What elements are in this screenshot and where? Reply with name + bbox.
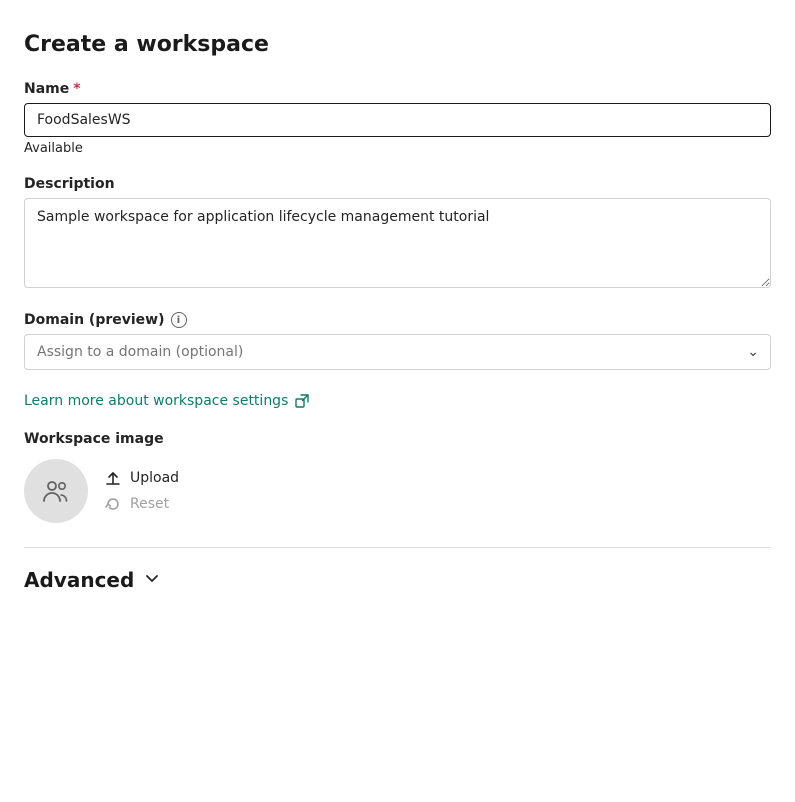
- external-link-icon: [294, 393, 310, 409]
- advanced-title: Advanced: [24, 568, 134, 592]
- domain-select[interactable]: Assign to a domain (optional): [24, 334, 771, 370]
- domain-info-icon[interactable]: i: [171, 312, 187, 328]
- people-icon: [40, 475, 72, 507]
- upload-icon: [104, 469, 122, 487]
- page-title: Create a workspace: [24, 32, 771, 57]
- reset-button[interactable]: Reset: [104, 495, 179, 513]
- description-input[interactable]: Sample workspace for application lifecyc…: [24, 198, 771, 288]
- name-label-text: Name: [24, 81, 69, 97]
- workspace-image-label: Workspace image: [24, 431, 771, 447]
- required-indicator: *: [73, 81, 80, 97]
- section-divider: [24, 547, 771, 548]
- advanced-section[interactable]: Advanced: [24, 568, 771, 592]
- image-action-buttons: Upload Reset: [104, 469, 179, 513]
- domain-label: Domain (preview) i: [24, 312, 771, 328]
- name-label: Name *: [24, 81, 771, 97]
- reset-label: Reset: [130, 496, 169, 512]
- upload-label: Upload: [130, 470, 179, 486]
- domain-select-wrapper: Assign to a domain (optional) ⌄: [24, 334, 771, 370]
- workspace-image-section: Workspace image Upload: [24, 431, 771, 523]
- workspace-avatar: [24, 459, 88, 523]
- description-label: Description: [24, 176, 771, 192]
- advanced-chevron-icon: [142, 568, 162, 592]
- learn-more-link[interactable]: Learn more about workspace settings: [24, 393, 310, 409]
- name-input[interactable]: [24, 103, 771, 137]
- description-field-group: Description Sample workspace for applica…: [24, 176, 771, 292]
- domain-field-group: Domain (preview) i Assign to a domain (o…: [24, 312, 771, 370]
- availability-status: Available: [24, 141, 771, 156]
- reset-icon: [104, 495, 122, 513]
- workspace-image-controls: Upload Reset: [24, 459, 771, 523]
- name-field-group: Name * Available: [24, 81, 771, 156]
- domain-label-text: Domain (preview): [24, 312, 165, 328]
- upload-button[interactable]: Upload: [104, 469, 179, 487]
- learn-more-text: Learn more about workspace settings: [24, 393, 288, 409]
